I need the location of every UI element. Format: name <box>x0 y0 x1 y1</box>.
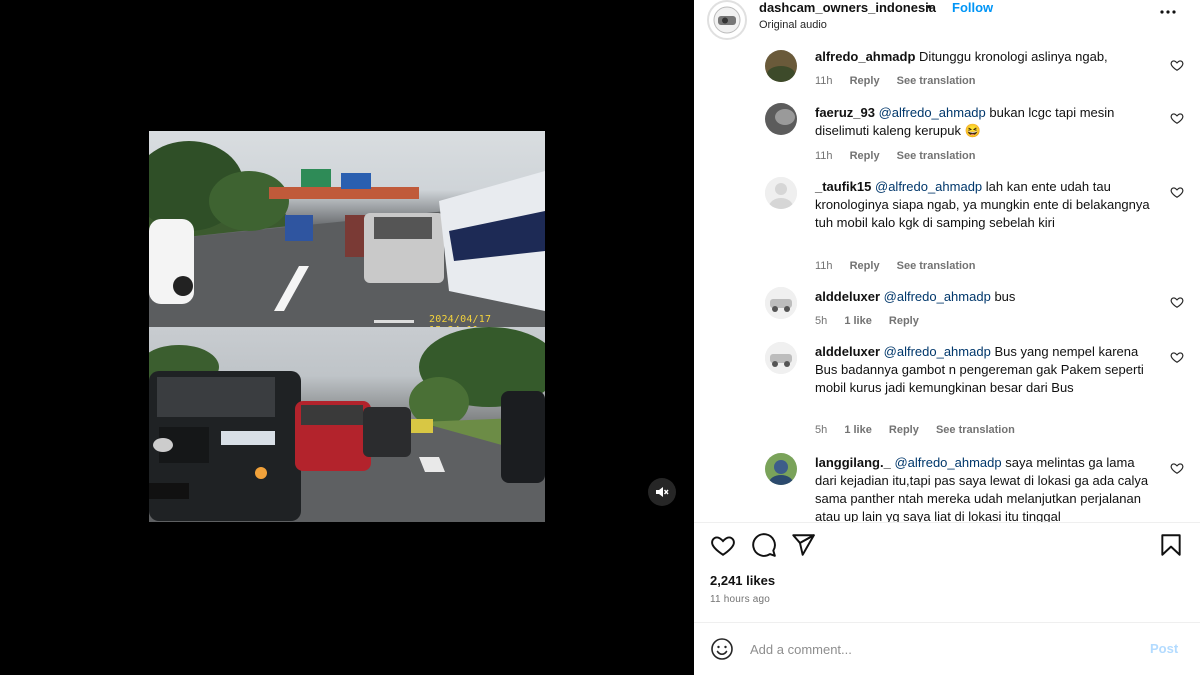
see-translation-button[interactable]: See translation <box>936 424 1015 436</box>
comment-username[interactable]: faeruz_93 <box>815 105 875 120</box>
post-panel: dashcam_owners_indonesia • Follow Origin… <box>694 0 1200 675</box>
comment-time: 11h <box>815 150 833 162</box>
reply-button[interactable]: Reply <box>850 260 880 272</box>
emoji-smile-icon[interactable] <box>710 637 734 661</box>
commenter-avatar[interactable] <box>765 177 797 209</box>
comment-text: alddeluxer @alfredo_ahmadp Bus yang nemp… <box>815 343 1155 397</box>
mute-toggle-button[interactable] <box>648 478 676 506</box>
avatar-image <box>765 103 797 135</box>
comment-username[interactable]: _taufik15 <box>815 179 871 194</box>
comments-list[interactable]: alfredo_ahmadp Ditunggu kronologi asliny… <box>694 42 1200 522</box>
comment-time: 5h <box>815 315 828 327</box>
comment-like-count[interactable]: 1 like <box>844 424 872 436</box>
comment-mention[interactable]: @alfredo_ahmadp <box>875 179 982 194</box>
rear-camera-scene <box>149 141 545 327</box>
paper-plane-icon[interactable] <box>790 532 816 558</box>
comment-text: _taufik15 @alfredo_ahmadp lah kan ente u… <box>815 178 1155 232</box>
comment-username[interactable]: alfredo_ahmadp <box>815 49 915 64</box>
likes-count[interactable]: 2,241 likes <box>710 573 775 588</box>
car-avatar-image <box>765 287 797 319</box>
comment-composer: Post <box>694 622 1200 675</box>
comment-time: 5h <box>815 424 828 436</box>
dashcam-logo-icon <box>713 6 741 34</box>
account-username[interactable]: dashcam_owners_indonesia <box>759 0 936 15</box>
media-area: 2024/04/17 15:34:11 <box>0 0 694 675</box>
comment-input[interactable] <box>750 639 1130 659</box>
heart-icon[interactable] <box>710 532 736 558</box>
post-time-ago: 11 hours ago <box>710 594 771 605</box>
like-comment-heart-icon[interactable] <box>1170 295 1184 309</box>
comment-username[interactable]: langgilang._ <box>815 455 891 470</box>
comment-mention[interactable]: @alfredo_ahmadp <box>894 455 1001 470</box>
reply-button[interactable]: Reply <box>850 75 880 87</box>
comment-mention[interactable]: @alfredo_ahmadp <box>884 289 991 304</box>
comment-meta: 11h Reply See translation <box>815 150 990 162</box>
comment-text: langgilang._ @alfredo_ahmadp saya melint… <box>815 454 1155 522</box>
reply-button[interactable]: Reply <box>889 424 919 436</box>
comment-text: faeruz_93 @alfredo_ahmadp bukan lcgc tap… <box>815 104 1155 140</box>
speaker-muted-icon <box>656 487 669 497</box>
header-separator: • <box>927 0 932 14</box>
commenter-avatar[interactable] <box>765 453 797 485</box>
dashcam-video[interactable]: 2024/04/17 15:34:11 <box>149 131 545 522</box>
comment-time: 11h <box>815 75 833 87</box>
comment-mention[interactable]: @alfredo_ahmadp <box>884 344 991 359</box>
see-translation-button[interactable]: See translation <box>897 260 976 272</box>
post-header: dashcam_owners_indonesia • Follow Origin… <box>694 0 1200 42</box>
comment-mention[interactable]: @alfredo_ahmadp <box>879 105 986 120</box>
comment-like-count[interactable]: 1 like <box>844 315 872 327</box>
comment-time: 11h <box>815 260 833 272</box>
comment-meta: 5h 1 like Reply See translation <box>815 424 1029 436</box>
bookmark-icon[interactable] <box>1158 532 1184 558</box>
comment-meta: 11h Reply See translation <box>815 75 990 87</box>
comment-text: alfredo_ahmadp Ditunggu kronologi asliny… <box>815 48 1155 66</box>
like-comment-heart-icon[interactable] <box>1170 111 1184 125</box>
default-avatar-icon <box>765 177 797 209</box>
comment-text: alddeluxer @alfredo_ahmadp bus <box>815 288 1155 306</box>
like-comment-heart-icon[interactable] <box>1170 185 1184 199</box>
like-comment-heart-icon[interactable] <box>1170 461 1184 475</box>
video-frame-rear: 2024/04/17 15:34:11 <box>149 131 545 327</box>
account-avatar[interactable] <box>707 0 747 40</box>
reply-button[interactable]: Reply <box>889 315 919 327</box>
avatar-image <box>765 50 797 82</box>
reply-button[interactable]: Reply <box>850 150 880 162</box>
car-avatar-image <box>765 342 797 374</box>
see-translation-button[interactable]: See translation <box>897 150 976 162</box>
like-comment-heart-icon[interactable] <box>1170 350 1184 364</box>
commenter-avatar[interactable] <box>765 50 797 82</box>
follow-button[interactable]: Follow <box>952 0 993 15</box>
comment-content: Ditunggu kronologi aslinya ngab, <box>919 49 1108 64</box>
comment-meta: 11h Reply See translation <box>815 260 990 272</box>
commenter-avatar[interactable] <box>765 342 797 374</box>
commenter-avatar[interactable] <box>765 287 797 319</box>
more-options-button[interactable] <box>1156 4 1180 20</box>
like-comment-heart-icon[interactable] <box>1170 58 1184 72</box>
audio-label[interactable]: Original audio <box>759 19 827 31</box>
comment-username[interactable]: alddeluxer <box>815 344 880 359</box>
commenter-avatar[interactable] <box>765 103 797 135</box>
comment-meta: 5h 1 like Reply <box>815 315 933 327</box>
video-timestamp: 2024/04/17 15:34:11 <box>429 314 492 327</box>
comment-username[interactable]: alddeluxer <box>815 289 880 304</box>
post-comment-button[interactable]: Post <box>1150 641 1178 656</box>
see-translation-button[interactable]: See translation <box>897 75 976 87</box>
comment-bubble-icon[interactable] <box>751 532 777 558</box>
front-camera-scene <box>149 327 545 522</box>
comment-content: bus <box>994 289 1016 304</box>
more-horizontal-icon <box>1160 10 1176 14</box>
avatar-image <box>765 453 797 485</box>
video-frame-front <box>149 327 545 522</box>
